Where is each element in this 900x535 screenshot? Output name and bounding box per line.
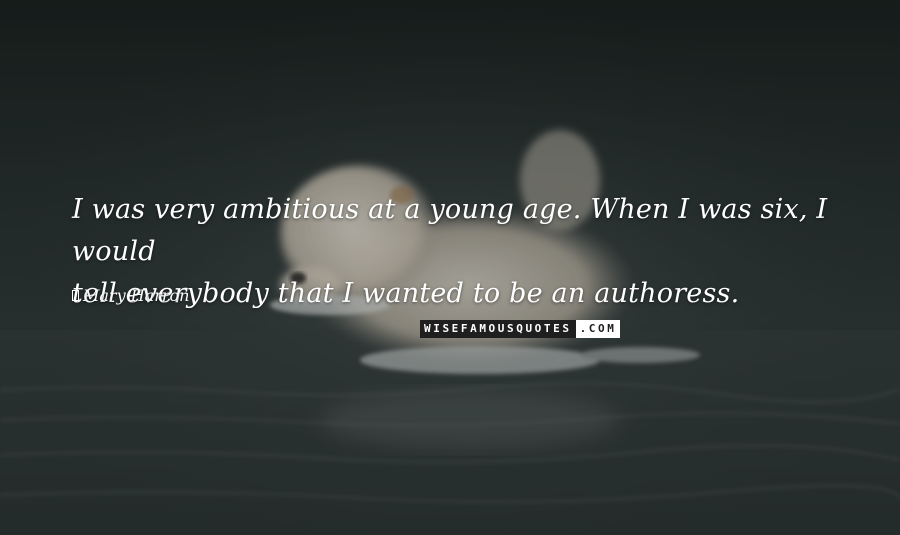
watermark-text-domain: .COM — [575, 320, 621, 338]
quote-card: I was very ambitious at a young age. Whe… — [0, 0, 900, 535]
author-attribution: Mary Harron — [72, 286, 189, 305]
watermark-text-main: WISEFAMOUSQUOTES — [420, 320, 576, 338]
quote-line-1: I was very ambitious at a young age. Whe… — [72, 194, 828, 267]
site-watermark-logo: WISEFAMOUSQUOTES .COM — [420, 320, 621, 338]
author-name: Mary Harron — [83, 286, 190, 305]
author-bullet-icon — [72, 290, 79, 301]
quote-text: I was very ambitious at a young age. Whe… — [72, 189, 872, 315]
